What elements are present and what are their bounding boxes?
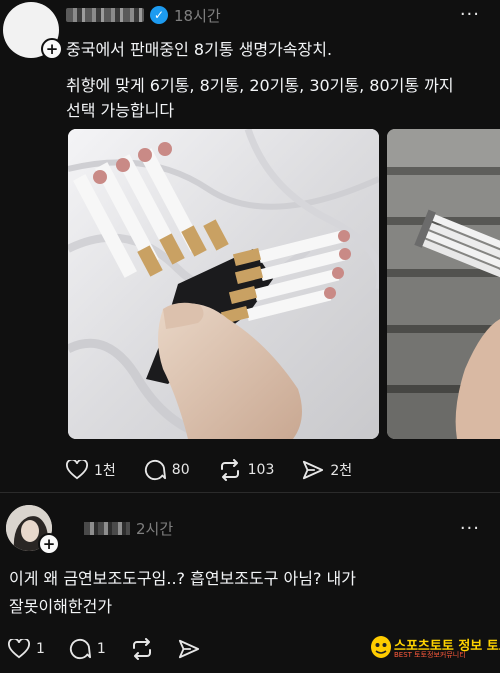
comment-count: 80 (171, 462, 190, 478)
follow-plus-icon[interactable]: + (38, 533, 60, 555)
stairs-photo (387, 129, 500, 439)
more-options-icon[interactable]: ··· (460, 518, 480, 539)
reply-author-row: 2시간 (84, 518, 173, 539)
comment-icon (69, 638, 91, 660)
author-row: ✓ 18시간 (66, 4, 221, 26)
comment-icon (144, 459, 166, 481)
reply-like-button[interactable]: 1 (8, 639, 45, 659)
reply-like-count: 1 (36, 641, 45, 657)
reply-comment-button[interactable]: 1 (69, 638, 106, 660)
reply-comment-count: 1 (96, 641, 106, 657)
reply-time: 2시간 (136, 520, 174, 538)
post-text-line-3: 선택 가능합니다 (66, 101, 175, 120)
follow-plus-icon[interactable]: + (41, 38, 63, 60)
reply-repost-button[interactable] (130, 638, 154, 660)
heart-icon (8, 639, 30, 659)
like-count: 1천 (94, 463, 116, 479)
mascot-logo-icon (371, 636, 391, 658)
send-icon (178, 639, 199, 659)
reply-actions: 1 1 (8, 636, 224, 662)
post-text-line-1: 중국에서 판매중인 8기통 생명가속장치. (66, 40, 333, 59)
reply-text-line-1: 이게 왜 금연보조도구임..? 흡연보조도구 아님? 내가 (9, 569, 356, 588)
comment-button[interactable]: 80 (144, 459, 190, 481)
post-time: 18시간 (174, 6, 221, 25)
post-actions: 1천 80 103 2천 (66, 456, 380, 484)
repost-icon (220, 459, 239, 481)
send-icon (303, 460, 324, 480)
verified-badge-icon: ✓ (150, 6, 168, 24)
reply-author-avatar[interactable]: + (6, 505, 60, 555)
post-image-2[interactable] (387, 129, 500, 439)
share-count: 2천 (330, 463, 353, 479)
share-button[interactable]: 2천 (302, 459, 352, 481)
reply-text-line-2: 잘못이해한건가 (9, 597, 113, 616)
site-watermark: 스포츠토토 정보 토토군 BEST 토토정보커뮤니티 (370, 633, 500, 661)
repost-count: 103 (247, 462, 275, 478)
post-image-1[interactable] (68, 129, 379, 439)
post-text-line-2: 취향에 맞게 6기통, 8기통, 20기통, 30기통, 80기통 까지 (66, 76, 454, 95)
watermark-subtext: BEST 토토정보커뮤니티 (394, 651, 466, 659)
repost-button[interactable]: 103 (218, 459, 275, 481)
more-options-icon[interactable]: ··· (460, 4, 480, 25)
blurred-username[interactable] (66, 8, 144, 22)
like-button[interactable]: 1천 (66, 460, 116, 480)
reply-share-button[interactable] (178, 638, 200, 660)
heart-icon (66, 460, 88, 480)
author-avatar[interactable]: + (3, 2, 63, 60)
thread-post: + ✓ 18시간 ··· 중국에서 판매중인 8기통 생명가속장치. 취향에 맞… (0, 0, 500, 492)
blurred-username[interactable] (84, 522, 130, 535)
cigarette-holder-photo (68, 129, 379, 439)
repost-icon (132, 638, 151, 660)
